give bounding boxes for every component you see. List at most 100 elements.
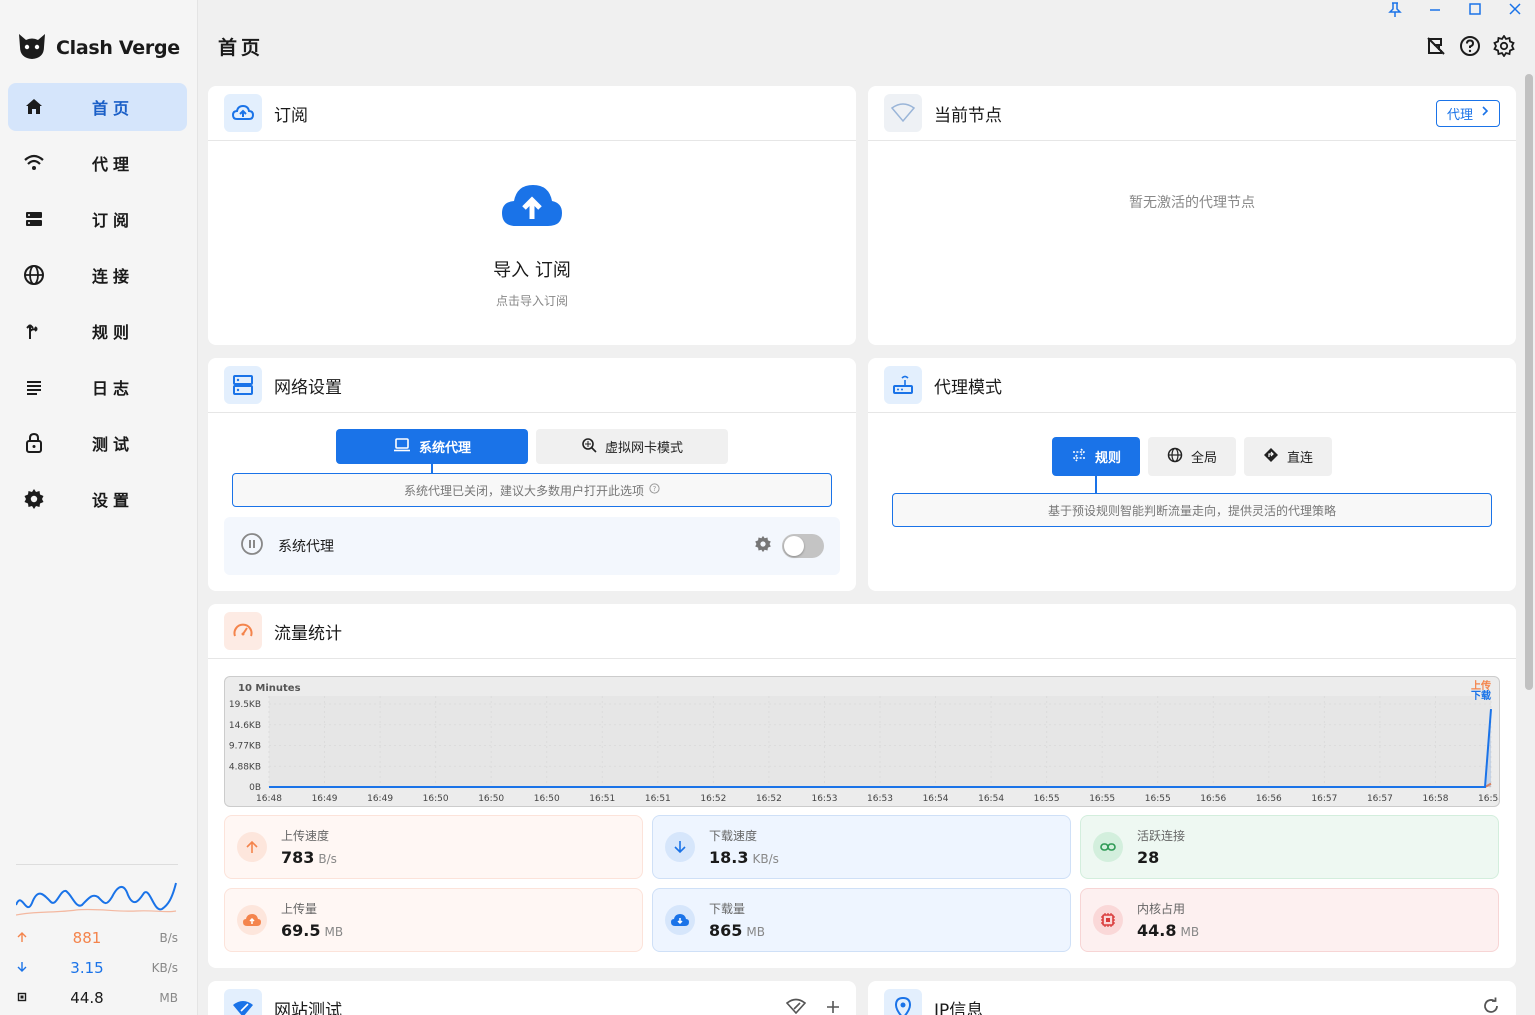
app-name: Clash Verge bbox=[56, 37, 180, 59]
globe-small-icon bbox=[1167, 447, 1183, 467]
stat-unit: MB bbox=[746, 925, 765, 939]
memory-value: 44.8 bbox=[70, 989, 104, 1007]
app-logo: Clash Verge bbox=[16, 30, 180, 66]
cloud-upload-icon bbox=[224, 94, 262, 132]
y-tick-label: 9.77KB bbox=[229, 742, 261, 752]
stat-unit: MB bbox=[1180, 925, 1200, 939]
sidebar-item-home[interactable]: 首页 bbox=[8, 83, 187, 131]
speed-test-icon[interactable] bbox=[785, 998, 807, 1015]
sidebar-item-settings[interactable]: 设置 bbox=[8, 475, 187, 523]
chip-icon bbox=[16, 989, 36, 1007]
import-subscription-area[interactable]: 导入 订阅 点击导入订阅 bbox=[208, 142, 856, 345]
sidebar-upload-row: 881 B/s bbox=[16, 923, 178, 953]
legend-label: 下载 bbox=[1471, 689, 1491, 702]
window-controls bbox=[1375, 2, 1535, 22]
page-scrollbar[interactable] bbox=[1525, 74, 1533, 690]
proxy-mode-card: 代理模式 规则 全局 直连 基于预设规则智能判断流量走向，提供灵活的代理策略 bbox=[868, 358, 1516, 591]
sidebar-item-label: 测试 bbox=[92, 435, 135, 454]
arrow-down-icon bbox=[16, 959, 36, 977]
card-header: 当前节点 代理 bbox=[868, 86, 1516, 141]
y-tick-label: 0B bbox=[249, 783, 261, 793]
card-title: 订阅 bbox=[274, 105, 308, 126]
maximize-icon[interactable] bbox=[1455, 2, 1495, 22]
storage-icon bbox=[8, 209, 60, 229]
mode-direct-button[interactable]: 直连 bbox=[1244, 437, 1332, 476]
mode-rule-button[interactable]: 规则 bbox=[1052, 437, 1140, 476]
network-check-icon bbox=[224, 989, 262, 1015]
sidebar-item-connections[interactable]: 连接 bbox=[8, 251, 187, 299]
sidebar-item-label: 设置 bbox=[92, 491, 135, 510]
import-hint: 点击导入订阅 bbox=[495, 294, 568, 308]
help-icon[interactable] bbox=[1459, 35, 1481, 57]
help-small-icon[interactable]: ? bbox=[649, 483, 660, 497]
card-title: 网站测试 bbox=[274, 1000, 342, 1015]
x-tick-label: 16:53 bbox=[867, 794, 893, 804]
sidebar-item-label: 订阅 bbox=[92, 211, 135, 230]
x-tick-label: 16:49 bbox=[312, 794, 338, 804]
mini-traffic-graph bbox=[15, 882, 177, 916]
current-node-card: 当前节点 代理 暂无激活的代理节点 bbox=[868, 86, 1516, 345]
wifi-signal-icon bbox=[884, 94, 922, 132]
minimize-icon[interactable] bbox=[1415, 2, 1455, 22]
close-icon[interactable] bbox=[1495, 2, 1535, 22]
link-icon bbox=[1093, 832, 1123, 862]
card-title: 当前节点 bbox=[934, 105, 1002, 126]
import-label: 导入 订阅 bbox=[493, 260, 571, 281]
system-proxy-row: 系统代理 bbox=[224, 517, 840, 575]
x-tick-label: 16:56 bbox=[1200, 794, 1226, 804]
divider bbox=[16, 864, 178, 865]
tab-label: 系统代理 bbox=[418, 441, 471, 456]
upload-speed-value: 881 bbox=[72, 929, 102, 947]
router-icon bbox=[884, 366, 922, 404]
search-network-icon bbox=[581, 437, 597, 457]
memory-unit: MB bbox=[159, 991, 178, 1005]
x-tick-label: 16:58 bbox=[1478, 794, 1500, 804]
x-tick-label: 16:54 bbox=[923, 794, 949, 804]
network-hint: 系统代理已关闭，建议大多数用户打开此选项 ? bbox=[232, 473, 832, 507]
empty-node-text: 暂无激活的代理节点 bbox=[1129, 195, 1255, 211]
laptop-icon bbox=[393, 437, 411, 456]
refresh-icon[interactable] bbox=[1482, 997, 1500, 1015]
sidebar-item-logs[interactable]: 日志 bbox=[8, 363, 187, 411]
x-tick-label: 16:58 bbox=[1422, 794, 1448, 804]
dns-icon bbox=[224, 366, 262, 404]
stat-label: 下载量 bbox=[709, 902, 746, 916]
x-tick-label: 16:52 bbox=[756, 794, 782, 804]
add-icon[interactable] bbox=[826, 999, 840, 1015]
mode-global-button[interactable]: 全局 bbox=[1148, 437, 1236, 476]
svg-text:?: ? bbox=[653, 485, 657, 493]
system-proxy-toggle[interactable] bbox=[782, 534, 824, 558]
sidebar-item-test[interactable]: 测试 bbox=[8, 419, 187, 467]
stat-download-speed: 下载速度 18.3 KB/s bbox=[652, 815, 1071, 879]
proxy-off-icon[interactable] bbox=[1425, 35, 1447, 57]
x-tick-label: 16:55 bbox=[1034, 794, 1060, 804]
location-pin-icon bbox=[884, 989, 922, 1015]
y-tick-label: 4.88KB bbox=[229, 762, 261, 772]
stat-unit: B/s bbox=[318, 852, 337, 866]
go-proxy-button[interactable]: 代理 bbox=[1435, 99, 1500, 127]
tab-tun-mode[interactable]: 虚拟网卡模式 bbox=[536, 429, 728, 464]
tab-system-proxy[interactable]: 系统代理 bbox=[336, 429, 528, 464]
settings-gear-icon[interactable] bbox=[1493, 35, 1515, 57]
sidebar: Clash Verge 首页 代理 订阅 连接 规则 日志 测试 设置 881 … bbox=[0, 0, 198, 1015]
upload-speed-unit: B/s bbox=[159, 931, 178, 945]
home-icon bbox=[8, 97, 60, 117]
x-tick-label: 16:52 bbox=[700, 794, 726, 804]
website-test-card: 网站测试 bbox=[208, 981, 856, 1015]
system-proxy-row-label: 系统代理 bbox=[278, 539, 334, 555]
stat-value: 865 bbox=[709, 921, 743, 940]
big-cloud-upload-icon bbox=[500, 182, 564, 234]
sidebar-item-subscription[interactable]: 订阅 bbox=[8, 195, 187, 243]
page-title: 首页 bbox=[218, 37, 265, 59]
speedometer-icon bbox=[224, 612, 262, 650]
sidebar-item-rules[interactable]: 规则 bbox=[8, 307, 187, 355]
tab-label: 虚拟网卡模式 bbox=[604, 441, 683, 456]
stat-label: 上传速度 bbox=[281, 829, 330, 843]
stat-label: 内核占用 bbox=[1137, 902, 1186, 916]
proxy-settings-gear-icon[interactable] bbox=[754, 535, 772, 557]
stat-value: 69.5 bbox=[281, 921, 321, 940]
pin-icon[interactable] bbox=[1375, 2, 1415, 22]
mode-label: 直连 bbox=[1286, 451, 1313, 466]
sidebar-item-proxy[interactable]: 代理 bbox=[8, 139, 187, 187]
mode-label: 全局 bbox=[1190, 451, 1217, 466]
